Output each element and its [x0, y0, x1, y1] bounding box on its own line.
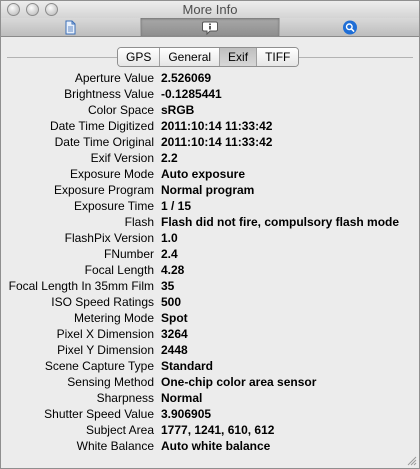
info-value: Auto exposure [161, 167, 246, 181]
tab-exif[interactable]: Exif [220, 48, 258, 66]
tab-tiff[interactable]: TIFF [257, 48, 299, 66]
info-label: Aperture Value [74, 71, 154, 85]
tab-gps[interactable]: GPS [118, 48, 161, 66]
info-row: Exposure Program Normal program [1, 182, 419, 198]
info-label: ISO Speed Ratings [51, 295, 154, 309]
info-label: Shutter Speed Value [44, 407, 154, 421]
info-row: Date Time Original 2011:10:14 11:33:42 [1, 134, 419, 150]
info-label: Pixel X Dimension [56, 327, 154, 341]
info-row: Exposure Mode Auto exposure [1, 166, 419, 182]
info-row: ISO Speed Ratings 500 [1, 294, 419, 310]
window-title: More Info [182, 2, 238, 17]
info-row: Exposure Time 1 / 15 [1, 198, 419, 214]
info-row: Aperture Value 2.526069 [1, 70, 419, 86]
exif-info-list: Aperture Value 2.526069 Brightness Value -… [1, 70, 419, 454]
info-value: 1777, 1241, 610, 612 [161, 423, 275, 437]
info-value: 2011:10:14 11:33:42 [161, 135, 273, 149]
info-label: Exposure Time [73, 199, 154, 213]
info-label: Date Time Digitized [49, 119, 154, 133]
info-label: Sharpness [96, 391, 154, 405]
info-value: Spot [161, 311, 188, 325]
info-value: -0.1285441 [161, 87, 222, 101]
info-value: 2448 [161, 343, 188, 357]
info-row: Focal Length 4.28 [1, 262, 419, 278]
info-label: Brightness Value [64, 87, 154, 101]
info-value: Standard [161, 359, 214, 373]
info-value: sRGB [161, 103, 195, 117]
toolbar [1, 18, 419, 37]
info-label: Focal Length In 35mm Film [8, 279, 154, 293]
info-row: Pixel Y Dimension 2448 [1, 342, 419, 358]
info-label: Flash [124, 215, 154, 229]
info-label: Exposure Mode [69, 167, 154, 181]
info-value: 35 [161, 279, 175, 293]
info-row: FNumber 2.4 [1, 246, 419, 262]
info-value: Normal program [161, 183, 255, 197]
resize-grip-icon[interactable] [406, 455, 417, 466]
info-label: Exif Version [90, 151, 154, 165]
info-value: Flash did not fire, compulsory flash mod… [161, 215, 400, 229]
title-bar[interactable]: More Info [1, 1, 419, 18]
info-row: White Balance Auto white balance [1, 438, 419, 454]
tab-general[interactable]: General [160, 48, 221, 66]
search-toolbar-button[interactable] [280, 18, 419, 36]
info-label: Metering Mode [73, 311, 154, 325]
info-label: Focal Length [84, 263, 154, 277]
info-row: Sharpness Normal [1, 390, 419, 406]
info-bubble-icon [202, 21, 218, 35]
info-row: Metering Mode Spot [1, 310, 419, 326]
info-row: Scene Capture Type Standard [1, 358, 419, 374]
info-label: FNumber [103, 247, 154, 261]
info-value: 2.4 [161, 247, 178, 261]
info-row: Brightness Value -0.1285441 [1, 86, 419, 102]
info-row: Pixel X Dimension 3264 [1, 326, 419, 342]
info-label: Subject Area [85, 423, 154, 437]
info-row: Subject Area 1777, 1241, 610, 612 [1, 422, 419, 438]
info-label: Scene Capture Type [44, 359, 154, 373]
info-row: FlashPix Version 1.0 [1, 230, 419, 246]
document-icon [65, 20, 76, 35]
info-value: 1.0 [161, 231, 178, 245]
info-value: 2.2 [161, 151, 178, 165]
info-value: Auto white balance [161, 439, 271, 453]
info-value: 500 [161, 295, 182, 309]
info-row: Focal Length In 35mm Film 35 [1, 278, 419, 294]
info-label: Exposure Program [53, 183, 154, 197]
more-info-window: More Info GPS General Exif TIFF Aperture… [0, 0, 420, 469]
magnifier-icon [342, 20, 357, 35]
info-row: Color Space sRGB [1, 102, 419, 118]
info-value: 2.526069 [161, 71, 212, 85]
more-info-toolbar-button[interactable] [140, 18, 281, 36]
info-row: Exif Version 2.2 [1, 150, 419, 166]
info-value: 1 / 15 [161, 199, 192, 213]
info-value: Normal [161, 391, 203, 405]
info-value: 3.906905 [161, 407, 212, 421]
info-row: Sensing Method One-chip color area sensor [1, 374, 419, 390]
info-row: Shutter Speed Value 3.906905 [1, 406, 419, 422]
info-label: Color Space [87, 103, 154, 117]
info-row: Flash Flash did not fire, compulsory flas… [1, 214, 419, 230]
info-label: FlashPix Version [64, 231, 154, 245]
tab-bar: GPS General Exif TIFF [117, 47, 300, 67]
info-label: Sensing Method [67, 375, 154, 389]
info-label: Date Time Original [54, 135, 154, 149]
info-value: 2011:10:14 11:33:42 [161, 119, 273, 133]
info-value: 3264 [161, 327, 188, 341]
file-info-toolbar-button[interactable] [1, 18, 141, 36]
info-value: 4.28 [161, 263, 185, 277]
info-row: Date Time Digitized 2011:10:14 11:33:42 [1, 118, 419, 134]
info-label: Pixel Y Dimension [57, 343, 154, 357]
info-value: One-chip color area sensor [161, 375, 317, 389]
info-label: White Balance [76, 439, 154, 453]
